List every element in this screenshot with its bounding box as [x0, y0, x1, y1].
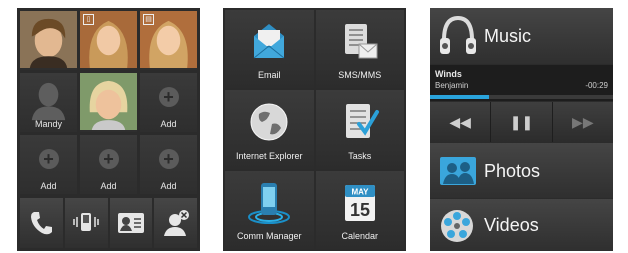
add-label: Add — [40, 181, 57, 191]
calendar-month: MAY — [351, 187, 369, 196]
contacts-toolbar — [20, 198, 197, 248]
app-tasks[interactable]: Tasks — [315, 90, 404, 169]
playback-controls: ◀◀ ❚❚ ▶▶ — [430, 102, 613, 142]
contact-name: Mandy — [34, 119, 62, 129]
add-icon: + — [38, 149, 59, 169]
now-playing: Winds Benjamin -00:29 — [430, 65, 613, 101]
app-comm-manager[interactable]: Comm Manager — [225, 170, 314, 249]
apps-panel: Email SMS/MMS Internet Explorer Tasks Co… — [223, 8, 406, 251]
add-icon: + — [98, 149, 119, 169]
call-button[interactable] — [20, 198, 63, 248]
young-man-photo — [20, 11, 77, 68]
add-label: Add — [100, 181, 117, 191]
add-label: Add — [160, 119, 177, 129]
track-title: Winds — [435, 69, 462, 79]
track-time: -00:29 — [585, 81, 608, 90]
pause-icon: ❚❚ — [509, 113, 534, 130]
contact-tile[interactable]: ▯ — [80, 11, 137, 70]
contact-tile[interactable] — [20, 11, 77, 70]
remove-contact-icon — [163, 210, 189, 236]
globe-icon — [250, 103, 288, 141]
rewind-icon: ◀◀ — [449, 113, 471, 130]
contact-tile[interactable] — [80, 73, 137, 132]
videos-label: Videos — [484, 215, 539, 235]
fast-forward-button[interactable]: ▶▶ — [552, 102, 613, 142]
app-internet-explorer[interactable]: Internet Explorer — [225, 90, 314, 169]
app-sms-mms[interactable]: SMS/MMS — [315, 10, 404, 89]
app-label: Tasks — [348, 150, 372, 161]
contacts-panel: ▯ ▤ Mandy + Add + Add + Add + Add — [17, 8, 200, 251]
phone-icon — [31, 212, 53, 235]
add-label: Add — [160, 181, 177, 191]
rewind-button[interactable]: ◀◀ — [430, 102, 491, 142]
email-icon — [253, 24, 285, 59]
photos-icon — [440, 157, 476, 185]
app-label: SMS/MMS — [338, 70, 382, 81]
app-label: Comm Manager — [236, 231, 302, 241]
add-icon: + — [158, 87, 179, 107]
music-row[interactable]: Music — [430, 8, 613, 64]
pause-button[interactable]: ❚❚ — [491, 102, 552, 142]
app-calendar[interactable]: MAY 15 Calendar — [315, 170, 404, 249]
contacts-grid: ▯ ▤ Mandy + Add + Add + Add + Add — [20, 11, 197, 194]
progress-track[interactable] — [430, 95, 613, 99]
music-label: Music — [484, 26, 532, 46]
phone-badge-icon: ▯ — [83, 14, 94, 25]
film-reel-icon — [441, 210, 473, 242]
progress-fill — [430, 95, 489, 99]
apps-grid: Email SMS/MMS Internet Explorer Tasks Co… — [225, 10, 404, 249]
sms-icon — [344, 24, 378, 59]
fast-forward-icon: ▶▶ — [572, 113, 594, 130]
phone-vibrate-icon — [73, 213, 99, 231]
contact-tile[interactable]: ▤ — [140, 11, 197, 70]
add-contact-tile[interactable]: + Add — [140, 135, 197, 194]
add-contact-tile[interactable]: + Add — [80, 135, 137, 194]
contact-card-icon — [117, 213, 144, 233]
add-contact-tile[interactable]: + Add — [140, 73, 197, 132]
calendar-icon: MAY 15 — [344, 184, 375, 221]
add-icon: + — [158, 149, 179, 169]
add-contact-tile[interactable]: + Add — [20, 135, 77, 194]
app-label: Calendar — [341, 231, 379, 241]
track-artist: Benjamin — [435, 81, 469, 90]
photos-label: Photos — [484, 161, 541, 181]
remove-contact-button[interactable] — [154, 198, 197, 248]
headphones-icon — [440, 15, 476, 54]
phone-badge-icon: ▤ — [143, 14, 154, 25]
media-panel: Music Winds Benjamin -00:29 ◀◀ ❚❚ ▶▶ Pho… — [430, 8, 613, 251]
videos-row[interactable]: Videos — [430, 199, 613, 251]
photos-row[interactable]: Photos — [430, 143, 613, 198]
app-label: Email — [257, 70, 281, 81]
app-label: Internet Explorer — [235, 150, 303, 161]
contact-card-button[interactable] — [109, 198, 153, 248]
app-email[interactable]: Email — [225, 10, 314, 89]
contact-tile-mandy[interactable]: Mandy — [20, 73, 77, 132]
vibrate-button[interactable] — [64, 198, 108, 248]
tasks-icon — [345, 104, 379, 139]
older-woman-photo — [80, 73, 137, 130]
calendar-day: 15 — [350, 200, 370, 220]
comm-manager-icon — [248, 182, 291, 224]
